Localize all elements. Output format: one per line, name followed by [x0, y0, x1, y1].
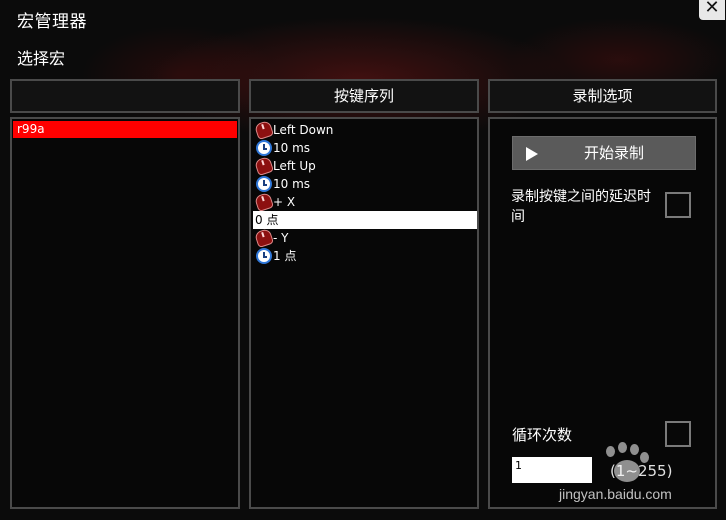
mouse-icon — [253, 155, 275, 177]
mouse-icon — [253, 119, 275, 141]
window-title: 宏管理器 — [17, 12, 87, 32]
sequence-row[interactable]: Left Up — [253, 155, 477, 177]
macro-list: r99a — [10, 117, 240, 509]
macro-list-item[interactable]: r99a — [13, 121, 237, 138]
sequence-row[interactable]: - Y — [253, 227, 477, 249]
clock-icon — [256, 140, 272, 156]
record-options-header: 录制选项 — [488, 79, 717, 113]
mouse-icon — [253, 227, 275, 249]
sequence-row-label: - Y — [273, 231, 289, 245]
sequence-row[interactable]: 10 ms — [253, 139, 477, 157]
key-sequence-list: Left Down 10 ms Left Up 10 ms + X 0 点 - … — [249, 117, 479, 509]
mouse-icon — [253, 191, 275, 213]
loop-range-text: (1~255) — [610, 462, 673, 480]
sequence-row-selected[interactable]: 0 点 — [253, 211, 477, 229]
loop-count-input[interactable] — [512, 457, 592, 483]
sequence-row[interactable]: + X — [253, 191, 477, 213]
sequence-row-label: Left Up — [273, 159, 316, 173]
loop-count-label: 循环次数 — [512, 426, 573, 444]
close-button[interactable]: ✕ — [699, 0, 725, 20]
sequence-row[interactable]: 10 ms — [253, 175, 477, 193]
start-recording-button[interactable]: 开始录制 — [512, 136, 696, 170]
key-sequence-header: 按键序列 — [249, 79, 479, 113]
sequence-row-label: 10 ms — [273, 141, 311, 155]
sequence-row-label: Left Down — [273, 123, 334, 137]
loop-checkbox[interactable] — [665, 421, 691, 447]
sequence-row-label: 10 ms — [273, 177, 311, 191]
clock-icon — [256, 248, 272, 264]
sequence-row-label: 1 点 — [273, 249, 297, 263]
record-delay-label: 录制按键之间的延迟时间 — [511, 189, 651, 225]
macro-list-header — [10, 79, 240, 113]
sequence-row[interactable]: Left Down — [253, 119, 477, 141]
record-options-panel: 开始录制 录制按键之间的延迟时间 循环次数 (1~255) — [488, 117, 717, 509]
clock-icon — [256, 176, 272, 192]
sequence-row[interactable]: 1 点 — [253, 247, 477, 265]
sequence-row-label: + X — [273, 195, 296, 209]
start-recording-label: 开始录制 — [583, 144, 644, 162]
sequence-row-label: 0 点 — [255, 213, 279, 227]
record-delay-checkbox[interactable] — [665, 192, 691, 218]
section-label: 选择宏 — [17, 49, 66, 68]
